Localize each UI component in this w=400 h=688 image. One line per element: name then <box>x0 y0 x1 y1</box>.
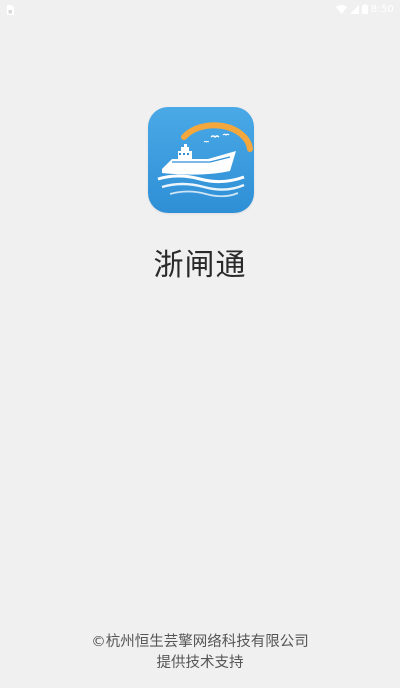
signal-icon <box>349 4 359 14</box>
wifi-icon <box>335 4 347 14</box>
support-text: 提供技术支持 <box>156 655 244 671</box>
footer: ©杭州恒生芸擎网络科技有限公司 提供技术支持 <box>0 632 400 674</box>
battery-icon <box>361 4 368 14</box>
status-bar: 8:50 <box>0 0 400 18</box>
copyright-text: ©杭州恒生芸擎网络科技有限公司 <box>91 634 309 650</box>
status-time: 8:50 <box>370 3 394 15</box>
app-name: 浙闸通 <box>153 248 247 283</box>
app-logo-ship-icon <box>148 107 254 213</box>
sim-card-icon <box>6 0 14 19</box>
